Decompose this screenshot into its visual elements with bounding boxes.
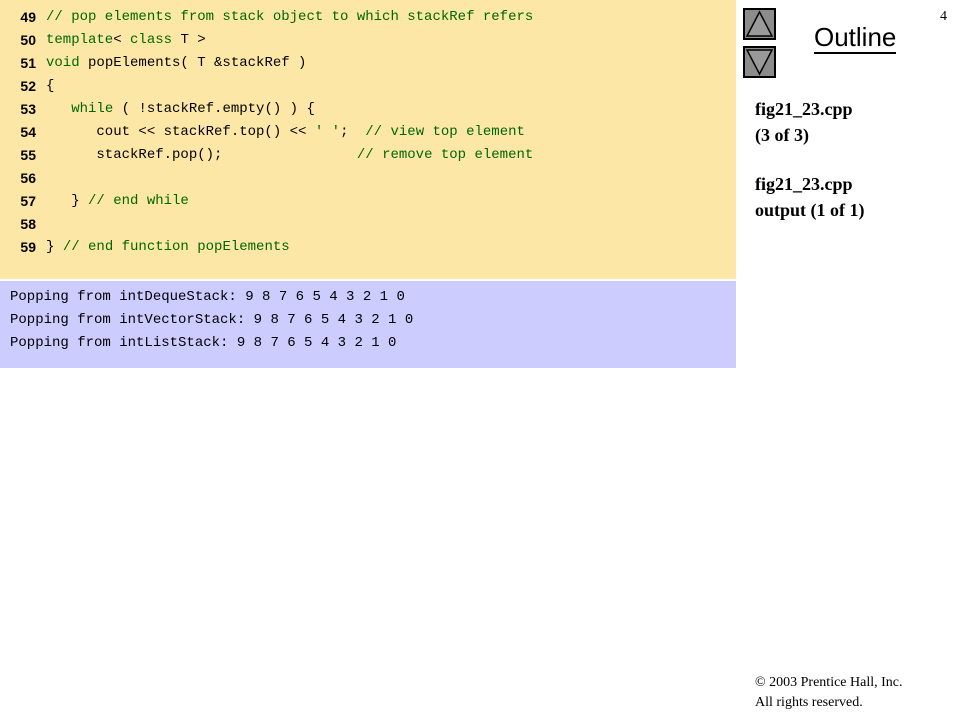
code-token: void: [46, 55, 80, 71]
code-line: 53 while ( !stackRef.empty() ) {: [0, 98, 736, 121]
code-token: // remove top element: [356, 147, 534, 163]
line-number: 55: [20, 147, 36, 163]
code-line: 56: [0, 167, 736, 190]
code-line: 55 stackRef.pop(); // remove top element: [0, 144, 736, 167]
code-text: void popElements( T &stackRef ): [46, 52, 306, 75]
code-line: 59} // end function popElements: [0, 236, 736, 259]
code-line: 49 // pop elements from stack object to w…: [0, 6, 736, 29]
code-token: // end while: [88, 193, 189, 209]
code-token: cout << stackRef.top() <<: [46, 124, 315, 140]
next-slide-button[interactable]: [743, 46, 776, 78]
code-text: while ( !stackRef.empty() ) {: [46, 98, 315, 121]
output-part-label: output (1 of 1): [755, 200, 865, 220]
file-label: fig21_23.cpp: [755, 99, 853, 119]
copyright-notice: © 2003 Prentice Hall, Inc. All rights re…: [755, 673, 903, 713]
code-token: T >: [172, 32, 206, 48]
previous-slide-button[interactable]: [743, 8, 776, 40]
line-number: 53: [20, 101, 36, 117]
code-token: }: [46, 239, 63, 255]
code-text: template< class T >: [46, 29, 206, 52]
rights-line: All rights reserved.: [755, 695, 863, 710]
code-line: 54 cout << stackRef.top() << ' '; // vie…: [0, 121, 736, 144]
file-part-label: (3 of 3): [755, 125, 809, 145]
code-text: } // end while: [46, 190, 189, 213]
copyright-line: 2003 Prentice Hall, Inc.: [765, 675, 903, 690]
code-token: // end function popElements: [62, 239, 290, 255]
code-token: ' ': [314, 124, 341, 140]
code-token: {: [46, 78, 55, 94]
outline-title: Outline: [814, 22, 897, 54]
line-number: 58: [20, 216, 36, 232]
triangle-up-icon: [745, 10, 774, 37]
code-token: // pop elements from stack object to whi…: [46, 9, 534, 25]
code-token: // view top element: [365, 124, 525, 140]
code-token: popElements( T &stackRef ): [79, 55, 307, 71]
line-number: 57: [20, 193, 36, 209]
code-line: 58: [0, 213, 736, 236]
code-line: 52 {: [0, 75, 736, 98]
line-number: 51: [20, 55, 36, 71]
code-token: stackRef.pop();: [46, 147, 357, 163]
copyright-symbol: ©: [755, 675, 766, 690]
output-line: Popping from intListStack: 9 8 7 6 5 4 3…: [10, 335, 397, 351]
code-token: template: [46, 32, 114, 48]
code-token: while: [71, 101, 114, 117]
code-line: 51 void popElements( T &stackRef ): [0, 52, 736, 75]
line-number: 49: [20, 9, 36, 25]
code-token: ;: [340, 124, 366, 140]
code-text: // pop elements from stack object to whi…: [46, 6, 533, 29]
code-token: <: [113, 32, 131, 48]
line-number: 56: [20, 170, 36, 186]
triangle-down-icon: [745, 49, 774, 76]
line-number: 54: [20, 124, 36, 140]
output-line: Popping from intDequeStack: 9 8 7 6 5 4 …: [10, 289, 405, 305]
page-number: 4: [940, 9, 947, 24]
output-file-label: fig21_23.cpp: [755, 174, 853, 194]
line-number: 59: [20, 239, 36, 255]
line-number: 50: [20, 32, 36, 48]
line-number: 52: [20, 78, 36, 94]
code-text: {: [46, 75, 54, 98]
code-text: stackRef.pop(); // remove top element: [46, 144, 533, 167]
code-text: cout << stackRef.top() << ' '; // view t…: [46, 121, 525, 144]
code-token: ( !stackRef.empty() ) {: [113, 101, 315, 117]
code-listing-panel: 49 // pop elements from stack object to w…: [0, 0, 736, 279]
code-line: 50 template< class T >: [0, 29, 736, 52]
code-line: 57 } // end while: [0, 190, 736, 213]
program-output-panel: Popping from intDequeStack: 9 8 7 6 5 4 …: [0, 281, 736, 368]
output-line: Popping from intVectorStack: 9 8 7 6 5 4…: [10, 312, 414, 328]
code-token: class: [130, 32, 173, 48]
code-token: }: [46, 193, 89, 209]
code-text: } // end function popElements: [46, 236, 290, 259]
